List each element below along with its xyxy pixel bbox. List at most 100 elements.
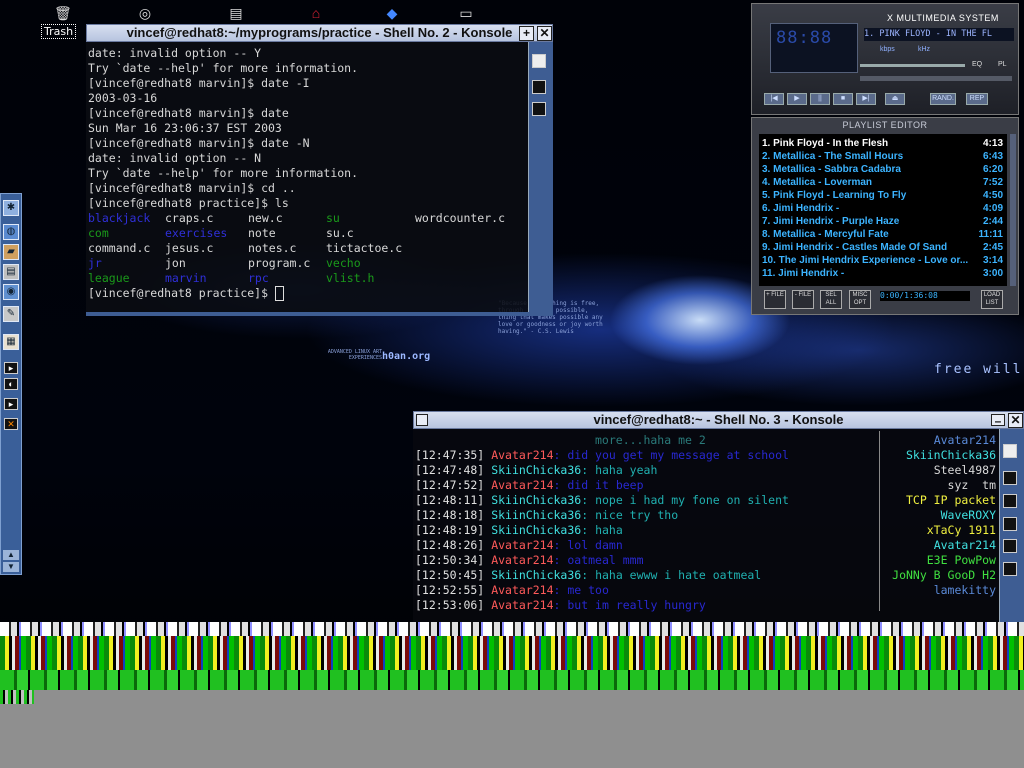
playlist-item-title: 8. Metallica - Mercyful Fate — [762, 229, 889, 240]
playlist-item[interactable]: 11. Jimi Hendrix - 3:00 — [762, 267, 1006, 280]
user-list-item[interactable]: E3E PowPow — [878, 553, 996, 568]
playlist-item[interactable]: 9. Jimi Hendrix - Castles Made Of Sand 2:… — [762, 241, 1006, 254]
user-list-item[interactable]: JoNNy B GooD H2 — [878, 568, 996, 583]
playlist-editor[interactable]: PLAYLIST EDITOR 1. Pink Floyd - In the F… — [751, 117, 1019, 315]
text-editor-icon[interactable]: ✎ — [3, 306, 19, 322]
playlist-item[interactable]: 7. Jimi Hendrix - Purple Haze 2:44 — [762, 215, 1006, 228]
minimize-button[interactable]: – — [991, 414, 1005, 427]
eject-button[interactable]: ⏏ — [885, 93, 905, 105]
user-list-item[interactable]: syz tm — [878, 478, 996, 493]
trash-icon[interactable]: 🗑 — [54, 5, 72, 21]
session-d-icon[interactable] — [1003, 539, 1017, 553]
floppy-icon[interactable]: ◆ — [384, 5, 400, 21]
user-list-item[interactable]: Avatar214 — [878, 433, 996, 448]
playlist-button[interactable]: LOAD LIST — [981, 290, 1003, 309]
playlist-button[interactable]: SEL ALL — [820, 290, 842, 309]
chat-text: nice try tho — [595, 508, 679, 522]
document-icon[interactable]: ▤ — [228, 5, 244, 21]
chat-timestamp: [12:47:52] — [415, 478, 485, 492]
playlist-item[interactable]: 5. Pink Floyd - Learning To Fly 4:50 — [762, 189, 1006, 202]
shell2-titlebar[interactable]: vincef@redhat8:~/myprograms/practice - S… — [86, 24, 553, 42]
playlist-item[interactable]: 10. The Jimi Hendrix Experience - Love o… — [762, 254, 1006, 267]
playlist-item[interactable]: 4. Metallica - Loverman 7:52 — [762, 176, 1006, 189]
trash-label[interactable]: Trash — [41, 24, 77, 39]
chat-text: but im really hungry — [567, 598, 706, 612]
pause-button[interactable]: || — [810, 93, 830, 105]
play-button[interactable]: ▶ — [787, 93, 807, 105]
folder-icon[interactable]: ▰ — [3, 244, 19, 260]
ls-entry: vlist.h — [326, 271, 375, 285]
k-menu-icon[interactable]: ✱ — [3, 200, 19, 216]
user-list-item[interactable]: SkiinChicka36 — [878, 448, 996, 463]
globe-icon[interactable]: ◍ — [3, 224, 19, 240]
user-list-item[interactable]: WaveROXY — [878, 508, 996, 523]
taskbar-item-2[interactable]: ◐ — [4, 378, 18, 390]
user-list-item[interactable]: Steel4987 — [878, 463, 996, 478]
shell3-titlebar[interactable]: vincef@redhat8:~ - Shell No. 3 - Konsole… — [413, 411, 1024, 429]
wallpaper-h0an-logo: h0an.org — [382, 351, 431, 362]
chat-text: did it beep — [567, 478, 644, 492]
session-c-icon[interactable] — [1003, 517, 1017, 531]
help-icon[interactable]: ◉ — [3, 284, 19, 300]
shell2-scrollbar[interactable] — [528, 42, 553, 314]
session-a-icon[interactable] — [1003, 471, 1017, 485]
ls-entry: su — [326, 211, 340, 225]
shuffle-button[interactable]: RAND. — [930, 93, 956, 105]
cd-icon[interactable]: ◎ — [137, 5, 153, 21]
shell2-prompt-line[interactable]: [vincef@redhat8 practice]$ — [88, 286, 284, 301]
seek-bar[interactable] — [860, 76, 1012, 81]
taskbar-item-4[interactable]: ✕ — [4, 418, 18, 430]
new-session-icon-shell3[interactable] — [1003, 444, 1017, 458]
playlist-button[interactable]: - FILE — [792, 290, 814, 309]
user-list-item[interactable]: lamekitty — [878, 583, 996, 598]
xmms-player[interactable]: X MULTIMEDIA SYSTEM 88:88 1. PINK FLOYD … — [751, 3, 1019, 115]
playlist-button[interactable]: MISC OPT — [849, 290, 871, 309]
next-button[interactable]: ▶| — [856, 93, 876, 105]
pl-toggle[interactable]: PL — [998, 61, 1007, 68]
playlist-item[interactable]: 6. Jimi Hendrix - 4:09 — [762, 202, 1006, 215]
panel-scroll-up-icon[interactable]: ▲ — [3, 550, 19, 560]
playlist-scrollbar[interactable] — [1010, 134, 1016, 286]
repeat-button[interactable]: REP — [966, 93, 988, 105]
maximize-button[interactable]: + — [519, 26, 534, 41]
session-1-icon[interactable] — [532, 80, 546, 94]
settings-icon[interactable]: ▤ — [3, 264, 19, 280]
chat-text: haha yeah — [595, 463, 658, 477]
playlist-button[interactable]: + FILE — [764, 290, 786, 309]
notes-icon[interactable]: ▦ — [3, 334, 19, 350]
user-list-item[interactable]: xTaCy 1911 — [878, 523, 996, 538]
window-icon[interactable]: ▭ — [458, 5, 474, 21]
playlist-list[interactable]: 1. Pink Floyd - In the Flesh 4:13 2. Metal… — [759, 134, 1007, 286]
user-list-item[interactable]: Avatar214 — [878, 538, 996, 553]
window-menu-button[interactable] — [416, 414, 428, 426]
taskbar-item-3[interactable]: ▸ — [4, 398, 18, 410]
playlist-item[interactable]: 3. Metallica - Sabbra Cadabra 6:20 — [762, 163, 1006, 176]
panel-scroll-down-icon[interactable]: ▼ — [3, 562, 19, 572]
ls-entry: com — [88, 226, 109, 240]
shell2-bottom-border — [86, 312, 553, 316]
chat-timestamp: [12:47:35] — [415, 448, 485, 462]
close-button-shell3[interactable]: ✕ — [1008, 413, 1023, 428]
user-list-item[interactable]: TCP IP packet — [878, 493, 996, 508]
chat-message: [12:47:52] Avatar214: did it beep — [415, 478, 644, 492]
playlist-item[interactable]: 8. Metallica - Mercyful Fate 11:11 — [762, 228, 1006, 241]
playlist-item[interactable]: 2. Metallica - The Small Hours 6:43 — [762, 150, 1006, 163]
session-b-icon[interactable] — [1003, 494, 1017, 508]
eq-toggle[interactable]: EQ — [972, 61, 982, 68]
volume-slider[interactable] — [860, 64, 965, 67]
home-icon[interactable]: ⌂ — [308, 5, 324, 21]
shell2-terminal[interactable]: date: invalid option -- Y Try `date --hel… — [86, 42, 528, 314]
shell3-terminal[interactable]: more...haha me 2 [12:47:35] Avatar214: d… — [413, 429, 999, 622]
new-session-icon[interactable] — [532, 54, 546, 68]
session-2-icon[interactable] — [532, 102, 546, 116]
session-e-icon[interactable] — [1003, 562, 1017, 576]
playlist-item[interactable]: 1. Pink Floyd - In the Flesh 4:13 — [762, 137, 1006, 150]
stop-button[interactable]: ■ — [833, 93, 853, 105]
taskbar-item-1[interactable]: ▸ — [4, 362, 18, 374]
ls-entry: jr — [88, 256, 102, 270]
chat-timestamp: [12:48:11] — [415, 493, 485, 507]
shell3-scrollbar[interactable] — [999, 429, 1024, 622]
user-list[interactable]: Avatar214 SkiinChicka36 Steel4987 syz tm TCP… — [878, 433, 998, 613]
close-button[interactable]: ✕ — [537, 26, 552, 41]
previous-button[interactable]: |◀ — [764, 93, 784, 105]
